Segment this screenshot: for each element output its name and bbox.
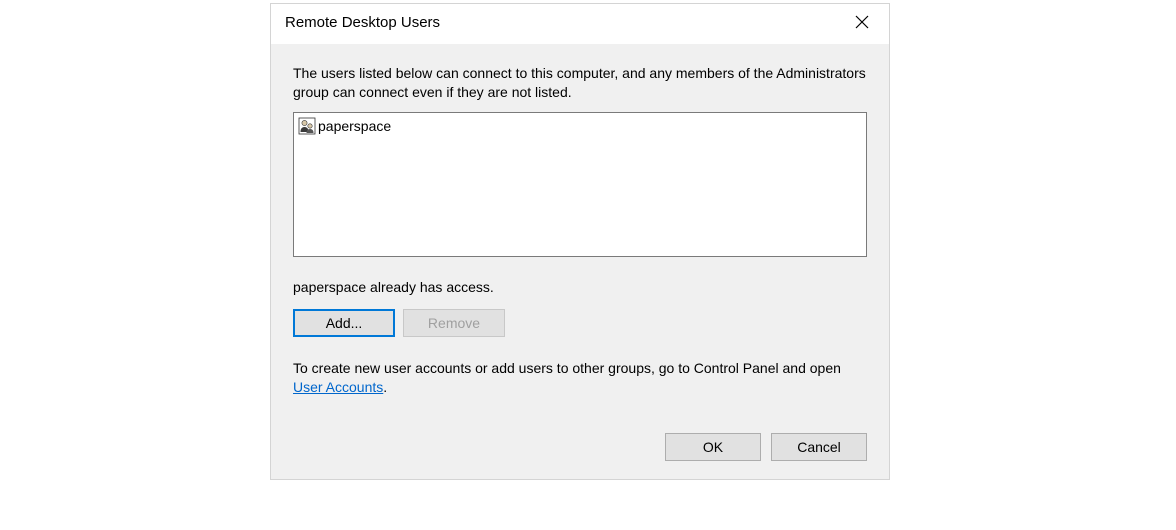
dialog-content: The users listed below can connect to th… bbox=[271, 44, 889, 479]
remote-desktop-users-dialog: Remote Desktop Users The users listed be… bbox=[270, 3, 890, 480]
user-icon bbox=[298, 117, 316, 135]
close-icon bbox=[855, 15, 869, 29]
hint-text: To create new user accounts or add users… bbox=[293, 359, 867, 397]
hint-prefix: To create new user accounts or add users… bbox=[293, 360, 841, 376]
hint-suffix: . bbox=[383, 379, 387, 395]
add-button[interactable]: Add... bbox=[293, 309, 395, 337]
user-list-item[interactable]: paperspace bbox=[298, 116, 862, 136]
user-accounts-link[interactable]: User Accounts bbox=[293, 379, 383, 395]
status-text: paperspace already has access. bbox=[293, 279, 867, 295]
remove-button: Remove bbox=[403, 309, 505, 337]
user-name: paperspace bbox=[318, 118, 391, 134]
footer-buttons: OK Cancel bbox=[293, 433, 867, 463]
cancel-button[interactable]: Cancel bbox=[771, 433, 867, 461]
user-list[interactable]: paperspace bbox=[293, 112, 867, 257]
description-text: The users listed below can connect to th… bbox=[293, 64, 867, 102]
user-action-buttons: Add... Remove bbox=[293, 309, 867, 337]
titlebar: Remote Desktop Users bbox=[271, 4, 889, 44]
ok-button[interactable]: OK bbox=[665, 433, 761, 461]
close-button[interactable] bbox=[843, 9, 881, 35]
dialog-title: Remote Desktop Users bbox=[285, 14, 440, 31]
